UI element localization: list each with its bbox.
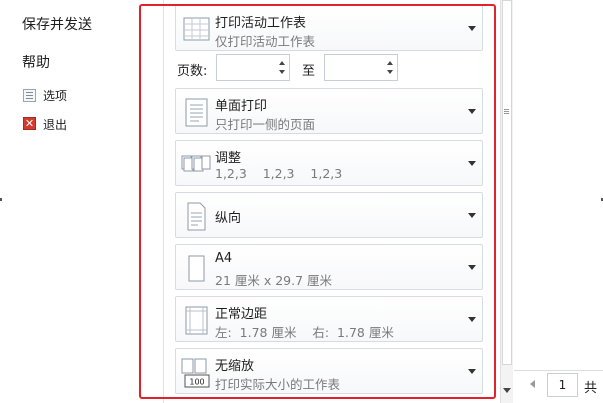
previous-page-icon[interactable]: [530, 380, 535, 388]
window-edge-mark: [0, 198, 2, 201]
print-preview-pane: [513, 0, 603, 403]
spin-up-icon[interactable]: [387, 61, 393, 65]
spin-down-icon[interactable]: [279, 70, 285, 74]
options-icon: [23, 89, 36, 102]
no-scaling-icon: 100: [181, 358, 210, 388]
chevron-down-icon: [468, 317, 476, 322]
chevron-down-icon: [468, 109, 476, 114]
margins-icon: [185, 306, 208, 335]
scaling-dropdown[interactable]: 100 无缩放 打印实际大小的工作表: [175, 348, 483, 394]
collated-pages-icon: [181, 155, 211, 172]
print-what-dropdown[interactable]: 打印活动工作表 仅打印活动工作表: [175, 5, 483, 51]
sides-dropdown[interactable]: 单面打印 只打印一侧的页面: [175, 88, 483, 134]
portrait-page-icon: [187, 202, 206, 231]
margins-title: 正常边距: [215, 307, 268, 322]
margins-subtitle: 左: 1.78 厘米 右: 1.78 厘米: [215, 325, 394, 340]
backstage-nav: 保存并发送 帮助 选项 ✕ 退出: [0, 0, 151, 403]
pages-from-input[interactable]: [216, 54, 290, 81]
collate-title: 调整: [215, 151, 242, 166]
page-total-label: 共: [584, 381, 598, 396]
orientation-dropdown[interactable]: 纵向: [175, 192, 483, 238]
paper-icon: [188, 255, 205, 282]
page-number-input[interactable]: 1: [547, 373, 578, 397]
sheet-grid-icon: [183, 17, 210, 41]
preview-footer-divider: [514, 370, 603, 371]
scaling-subtitle: 打印实际大小的工作表: [215, 377, 341, 392]
paper-size-dropdown[interactable]: A4 21 厘米 x 29.7 厘米: [175, 244, 483, 290]
paper-size-subtitle: 21 厘米 x 29.7 厘米: [215, 273, 333, 288]
chevron-down-icon: [468, 213, 476, 218]
scrollbar-thumb[interactable]: [502, 0, 512, 365]
exit-icon: ✕: [23, 117, 36, 130]
chevron-down-icon: [468, 369, 476, 374]
sides-title: 单面打印: [215, 99, 268, 114]
pages-to-label: 至: [302, 64, 316, 79]
chevron-down-icon: [468, 161, 476, 166]
scaling-title: 无缩放: [215, 359, 255, 374]
margins-dropdown[interactable]: 正常边距 左: 1.78 厘米 右: 1.78 厘米: [175, 296, 483, 342]
spin-up-icon[interactable]: [279, 61, 285, 65]
pages-to-input[interactable]: [324, 54, 398, 81]
scroll-down-arrow-icon[interactable]: [503, 388, 511, 393]
nav-options[interactable]: 选项: [43, 87, 67, 104]
print-what-title: 打印活动工作表: [215, 16, 307, 31]
sides-subtitle: 只打印一侧的页面: [215, 117, 316, 132]
scrollbar-grip-icon: [504, 109, 509, 110]
scaling-icon-label: 100: [189, 378, 204, 387]
print-what-subtitle: 仅打印活动工作表: [215, 34, 316, 49]
spin-down-icon[interactable]: [387, 70, 393, 74]
nav-help[interactable]: 帮助: [22, 52, 50, 72]
collate-subtitle: 1,2,3 1,2,3 1,2,3: [215, 166, 343, 181]
pages-label: 页数:: [177, 64, 208, 79]
nav-save-send[interactable]: 保存并发送: [22, 14, 92, 34]
chevron-down-icon: [468, 26, 476, 31]
collate-dropdown[interactable]: 调整 1,2,3 1,2,3 1,2,3: [175, 140, 483, 186]
nav-exit[interactable]: 退出: [43, 116, 67, 133]
divider: [163, 0, 164, 403]
orientation-title: 纵向: [215, 211, 242, 226]
one-sided-page-icon: [185, 98, 208, 127]
paper-size-title: A4: [215, 251, 233, 266]
vertical-scrollbar[interactable]: [500, 0, 513, 403]
chevron-down-icon: [468, 265, 476, 270]
